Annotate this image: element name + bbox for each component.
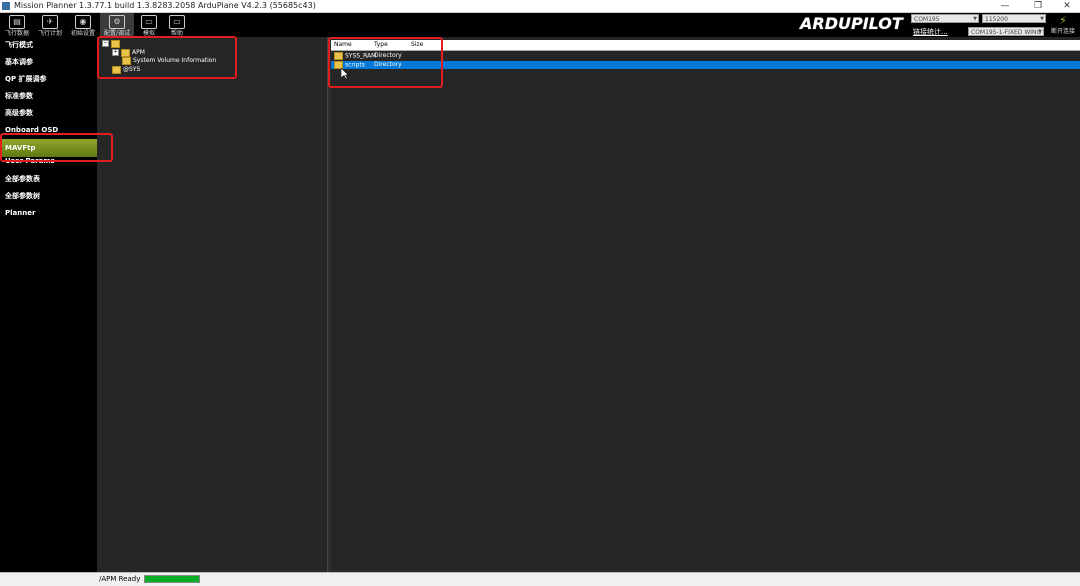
sidebar-item-basic-tuning[interactable]: 基本调参 — [0, 54, 97, 70]
sidebar-item-planner[interactable]: Planner — [0, 205, 97, 221]
sidebar-item-full-param-list[interactable]: 全部参数表 — [0, 171, 97, 187]
sidebar-item-standard-params[interactable]: 标准参数 — [0, 88, 97, 104]
window-title-bar: Mission Planner 1.3.77.1 build 1.3.8283.… — [0, 0, 1080, 13]
highlight-mavftp — [0, 133, 113, 162]
file-row-selected[interactable]: scripts Directory — [331, 61, 1080, 69]
disconnect-button[interactable]: ⚡ 断开连接 — [1048, 13, 1078, 37]
chevron-down-icon: ▼ — [1040, 16, 1044, 22]
sidebar-item-flight-modes[interactable]: 飞行模式 — [0, 37, 97, 53]
port-select-value: COM195 — [914, 16, 940, 23]
file-list: Name Type Size SYSS_RAM Directory script… — [331, 37, 1080, 572]
main-toolbar: ▤ 飞行数据 ✈ 飞行计划 ◉ 初始设置 ⚙ 配置/调试 ▭ 模拟 ▭ 帮助 A… — [0, 13, 1080, 37]
baud-select-value: 115200 — [985, 16, 1008, 23]
initial-setup-label: 初始设置 — [70, 30, 95, 37]
vehicle-select-value: COM195-1-FIXED WING — [971, 29, 1042, 36]
sidebar-item-qp-extended-tuning[interactable]: QP 扩展调参 — [0, 71, 97, 87]
config-tuning-icon: ⚙ — [109, 15, 125, 29]
directory-tree: − + APM System Volume Information @SYS — [98, 37, 328, 572]
config-sidebar: 飞行模式 基本调参 QP 扩展调参 标准参数 高级参数 Onboard OSD … — [0, 37, 97, 572]
baud-select[interactable]: 115200 ▼ — [982, 14, 1046, 23]
flight-plan-button[interactable]: ✈ 飞行计划 — [34, 13, 66, 37]
link-stats-link[interactable]: 链接统计... — [913, 27, 948, 37]
restore-button[interactable]: ❐ — [1023, 0, 1053, 12]
app-icon — [2, 2, 10, 10]
close-button[interactable]: ✕ — [1052, 0, 1080, 12]
flight-data-label: 飞行数据 — [4, 30, 29, 37]
flight-data-icon: ▤ — [9, 15, 25, 29]
window-title: Mission Planner 1.3.77.1 build 1.3.8283.… — [14, 1, 316, 10]
simulation-button[interactable]: ▭ 模拟 — [136, 13, 162, 37]
sidebar-item-advanced-params[interactable]: 高级参数 — [0, 105, 97, 121]
plug-icon: ⚡ — [1059, 14, 1067, 27]
initial-setup-button[interactable]: ◉ 初始设置 — [67, 13, 99, 37]
highlight-tree — [97, 36, 237, 79]
vehicle-select[interactable]: COM195-1-FIXED WING ▼ — [968, 27, 1044, 36]
status-text: /APM Ready — [99, 575, 141, 583]
minimize-button[interactable]: — — [990, 0, 1020, 12]
flight-data-button[interactable]: ▤ 飞行数据 — [2, 13, 32, 37]
help-button[interactable]: ▭ 帮助 — [164, 13, 190, 37]
flight-plan-icon: ✈ — [42, 15, 58, 29]
status-bar: /APM Ready — [0, 572, 1080, 586]
file-list-header: Name Type Size — [331, 40, 1080, 51]
simulation-icon: ▭ — [141, 15, 157, 29]
config-tuning-button[interactable]: ⚙ 配置/调试 — [100, 13, 134, 37]
chevron-down-icon: ▼ — [1038, 29, 1042, 35]
ardupilot-logo: ARDUPILOT — [800, 14, 903, 33]
chevron-down-icon: ▼ — [973, 16, 977, 22]
sidebar-item-full-param-tree[interactable]: 全部参数树 — [0, 188, 97, 204]
help-icon: ▭ — [169, 15, 185, 29]
port-select[interactable]: COM195 ▼ — [911, 14, 979, 23]
highlight-file-list — [328, 37, 443, 88]
status-progress-bar — [144, 575, 200, 583]
disconnect-label: 断开连接 — [1050, 28, 1075, 35]
file-row[interactable]: SYSS_RAM Directory — [331, 52, 1080, 60]
initial-setup-icon: ◉ — [75, 15, 91, 29]
flight-plan-label: 飞行计划 — [37, 30, 62, 37]
